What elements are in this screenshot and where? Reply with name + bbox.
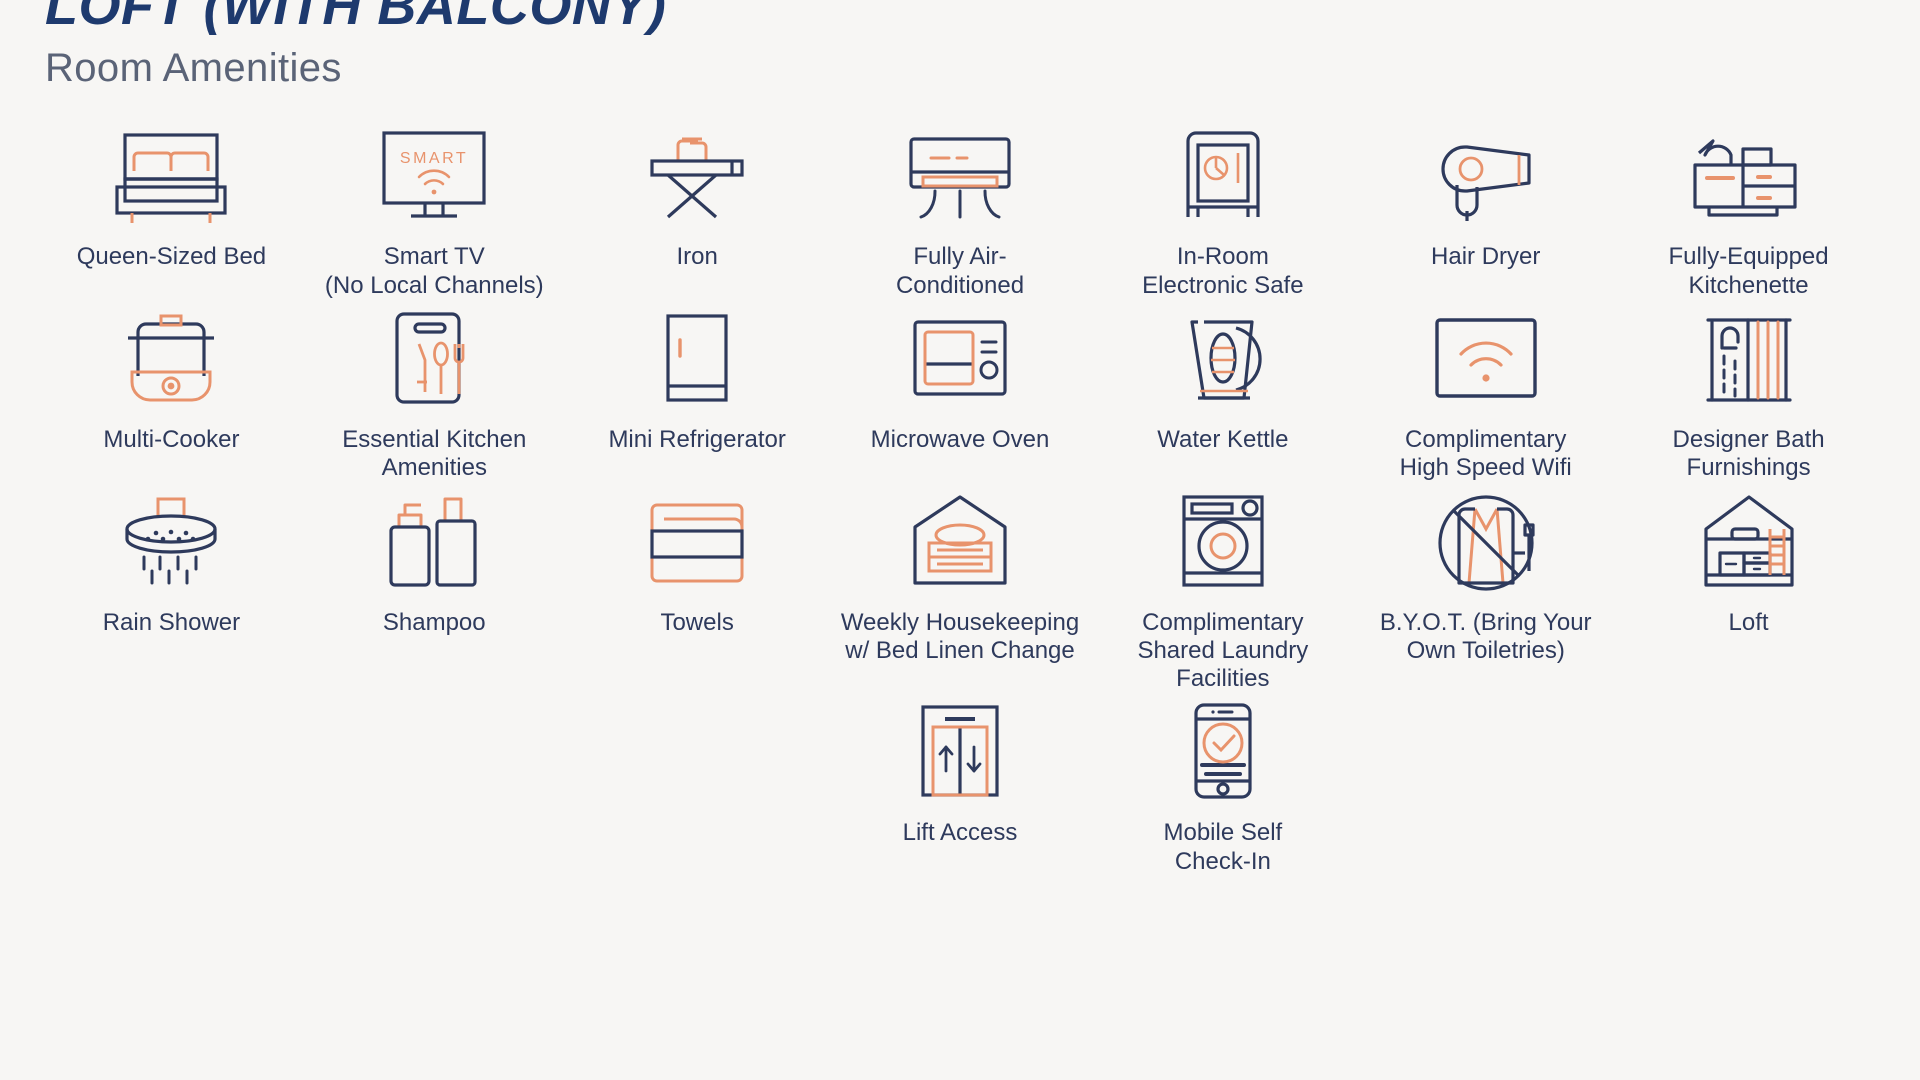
washing-machine-icon [1164, 487, 1282, 595]
amenity-label: Towels [660, 608, 734, 636]
shampoo-icon [375, 487, 493, 595]
amenity-label: Mobile Self Check-In [1163, 819, 1283, 875]
refrigerator-icon [638, 304, 756, 412]
amenity-item-high-speed-wifi: Complimentary High Speed Wifi [1354, 304, 1617, 483]
amenity-label: Weekly Housekeeping w/ Bed Linen Change [840, 608, 1080, 664]
amenity-item-smart-tv: SMART Smart TV (No Local Channels) [303, 121, 566, 300]
smart-tv-icon: SMART [375, 121, 493, 229]
amenity-item-air-conditioned: Fully Air- Conditioned [829, 121, 1092, 300]
amenity-grid: Queen-Sized Bed SMART Smart TV (No Local… [40, 121, 1880, 876]
hair-dryer-icon [1427, 121, 1545, 229]
towels-icon [638, 487, 756, 595]
amenity-label: In-Room Electronic Safe [1142, 243, 1304, 299]
iron-icon [638, 121, 756, 229]
kitchenette-icon [1685, 121, 1813, 229]
amenity-item-water-kettle: Water Kettle [1091, 304, 1354, 483]
safe-icon [1164, 121, 1282, 229]
amenity-item-hair-dryer: Hair Dryer [1354, 121, 1617, 300]
amenity-item-lift-access: Lift Access [829, 697, 1092, 876]
kitchen-utensils-icon [375, 304, 493, 412]
amenity-item-loft: Loft [1617, 487, 1880, 694]
amenity-label: Smart TV (No Local Channels) [324, 243, 544, 299]
amenity-item-kitchen-amenities: Essential Kitchen Amenities [303, 304, 566, 483]
amenity-label: Fully Air- Conditioned [895, 243, 1025, 299]
multi-cooker-icon [112, 304, 230, 412]
mobile-checkin-icon [1164, 697, 1282, 805]
amenity-label: Multi-Cooker [103, 425, 240, 453]
amenity-label: Fully-Equipped Kitchenette [1668, 243, 1829, 299]
amenity-item-iron: Iron [566, 121, 829, 300]
page-title: LOFT (WITH BALCONY) [45, 0, 667, 36]
rain-shower-icon [112, 487, 230, 595]
amenity-label: Loft [1728, 608, 1769, 636]
amenity-item-weekly-housekeeping: Weekly Housekeeping w/ Bed Linen Change [829, 487, 1092, 694]
amenity-label: Microwave Oven [870, 425, 1050, 453]
housekeeping-icon [901, 487, 1019, 595]
amenity-label: Queen-Sized Bed [76, 243, 267, 271]
amenity-item-kitchenette: Fully-Equipped Kitchenette [1617, 121, 1880, 300]
amenity-label: B.Y.O.T. (Bring Your Own Toiletries) [1379, 608, 1592, 664]
amenity-label: Rain Shower [102, 608, 241, 636]
no-toiletries-icon [1427, 487, 1545, 595]
amenity-item-electronic-safe: In-Room Electronic Safe [1091, 121, 1354, 300]
amenity-label: Hair Dryer [1431, 243, 1541, 271]
page-header: LOFT (WITH BALCONY) Room Amenities [40, 0, 1880, 91]
amenity-label: Mini Refrigerator [608, 425, 786, 453]
amenity-item-towels: Towels [566, 487, 829, 694]
shower-curtain-icon [1690, 304, 1808, 412]
amenity-label: Shampoo [382, 608, 486, 636]
room-amenities-page: LOFT (WITH BALCONY) Room Amenities Queen… [0, 0, 1920, 1064]
amenity-item-shampoo: Shampoo [303, 487, 566, 694]
svg-text:SMART: SMART [400, 150, 468, 167]
amenity-item-mini-refrigerator: Mini Refrigerator [566, 304, 829, 483]
amenity-item-multi-cooker: Multi-Cooker [40, 304, 303, 483]
bed-icon [112, 121, 230, 229]
microwave-icon [901, 304, 1019, 412]
amenity-label: Complimentary Shared Laundry Facilities [1137, 608, 1309, 693]
amenity-label: Designer Bath Furnishings [1672, 425, 1825, 482]
section-title: Room Amenities [45, 46, 342, 91]
amenity-item-bath-furnishings: Designer Bath Furnishings [1617, 304, 1880, 483]
air-conditioner-icon [901, 121, 1019, 229]
amenity-item-shared-laundry: Complimentary Shared Laundry Facilities [1091, 487, 1354, 694]
amenity-item-microwave-oven: Microwave Oven [829, 304, 1092, 483]
amenity-label: Iron [676, 243, 718, 271]
lift-icon [901, 697, 1019, 805]
amenity-label: Water Kettle [1157, 425, 1289, 453]
amenity-item-queen-sized-bed: Queen-Sized Bed [40, 121, 303, 300]
amenity-item-mobile-checkin: Mobile Self Check-In [1091, 697, 1354, 876]
loft-house-icon [1690, 487, 1808, 595]
amenity-label: Essential Kitchen Amenities [342, 425, 527, 482]
amenity-label: Lift Access [902, 819, 1018, 847]
amenity-item-rain-shower: Rain Shower [40, 487, 303, 694]
kettle-icon [1164, 304, 1282, 412]
amenity-item-byot: B.Y.O.T. (Bring Your Own Toiletries) [1354, 487, 1617, 694]
amenity-label: Complimentary High Speed Wifi [1399, 425, 1572, 482]
wifi-router-icon [1427, 304, 1545, 412]
